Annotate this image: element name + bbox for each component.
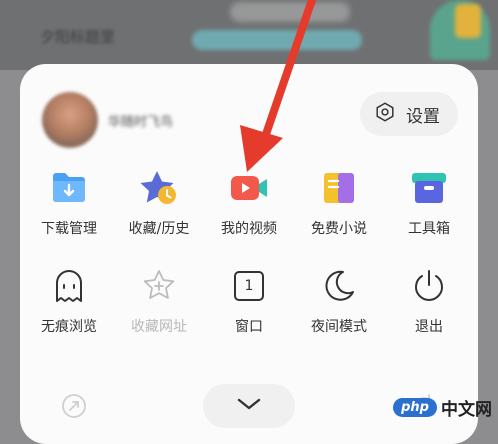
- menu-item-label: 下载管理: [41, 221, 97, 237]
- menu-panel: 华随时飞鸟 设置 下载管理 收藏/历史 我的视频 免费小说 工具箱 无痕浏览 收…: [20, 64, 478, 444]
- share-icon[interactable]: [60, 392, 88, 424]
- menu-row-primary: 下载管理 收藏/历史 我的视频 免费小说 工具箱: [20, 168, 478, 238]
- menu-item-window[interactable]: 1 窗口: [205, 266, 293, 336]
- menu-item-incognito[interactable]: 无痕浏览: [25, 266, 113, 336]
- menu-item-label: 窗口: [235, 319, 263, 335]
- settings-hexagon-icon: [374, 101, 396, 128]
- menu-item-label: 夜间模式: [311, 319, 367, 335]
- watermark-site-name: 中文网: [441, 400, 492, 420]
- book-icon: [319, 168, 359, 208]
- site-watermark: php 中文网: [393, 395, 492, 420]
- menu-item-night-mode[interactable]: 夜间模式: [295, 266, 383, 336]
- watermark-logo: php: [393, 398, 437, 417]
- ghost-icon: [49, 266, 89, 306]
- power-icon: [409, 266, 449, 306]
- settings-button[interactable]: 设置: [360, 92, 458, 136]
- menu-item-label: 免费小说: [311, 221, 367, 237]
- background-illustration-accent: [455, 4, 481, 38]
- moon-icon: [319, 266, 359, 306]
- download-folder-icon: [49, 168, 89, 208]
- menu-row-secondary: 无痕浏览 收藏网址 1 窗口 夜间模式 退出: [20, 266, 478, 336]
- user-profile[interactable]: 华随时飞鸟: [42, 92, 173, 148]
- menu-item-label: 收藏网址: [131, 319, 187, 335]
- menu-item-free-novels[interactable]: 免费小说: [295, 168, 383, 238]
- star-clock-icon: [139, 168, 179, 208]
- menu-item-label: 工具箱: [408, 221, 450, 237]
- username: 华随时飞鸟: [108, 114, 174, 130]
- menu-item-toolbox[interactable]: 工具箱: [385, 168, 473, 238]
- settings-label: 设置: [406, 106, 440, 127]
- menu-item-exit[interactable]: 退出: [385, 266, 473, 336]
- menu-item-label: 收藏/历史: [128, 221, 190, 237]
- menu-item-label: 退出: [415, 319, 443, 335]
- chevron-down-icon: [236, 396, 262, 416]
- menu-item-label: 无痕浏览: [41, 319, 97, 335]
- window-count-icon: 1: [229, 266, 269, 306]
- video-camera-icon: [229, 168, 269, 208]
- menu-item-label: 我的视频: [221, 221, 277, 237]
- window-count-badge: 1: [244, 278, 254, 294]
- toolbox-icon: [409, 168, 449, 208]
- background-search-chip: [192, 30, 362, 50]
- star-plus-icon: [139, 266, 179, 306]
- expand-menu-button[interactable]: [203, 384, 295, 428]
- menu-item-favorites-history[interactable]: 收藏/历史: [115, 168, 203, 238]
- menu-item-my-videos[interactable]: 我的视频: [205, 168, 293, 238]
- avatar[interactable]: [42, 92, 98, 148]
- background-chip: [230, 2, 350, 22]
- menu-grid: 下载管理 收藏/历史 我的视频 免费小说 工具箱 无痕浏览 收藏网址 1 窗口 …: [20, 168, 478, 336]
- menu-item-bookmark-url[interactable]: 收藏网址: [115, 266, 203, 336]
- background-title: 夕阳标题里: [40, 28, 116, 46]
- menu-item-download-manager[interactable]: 下载管理: [25, 168, 113, 238]
